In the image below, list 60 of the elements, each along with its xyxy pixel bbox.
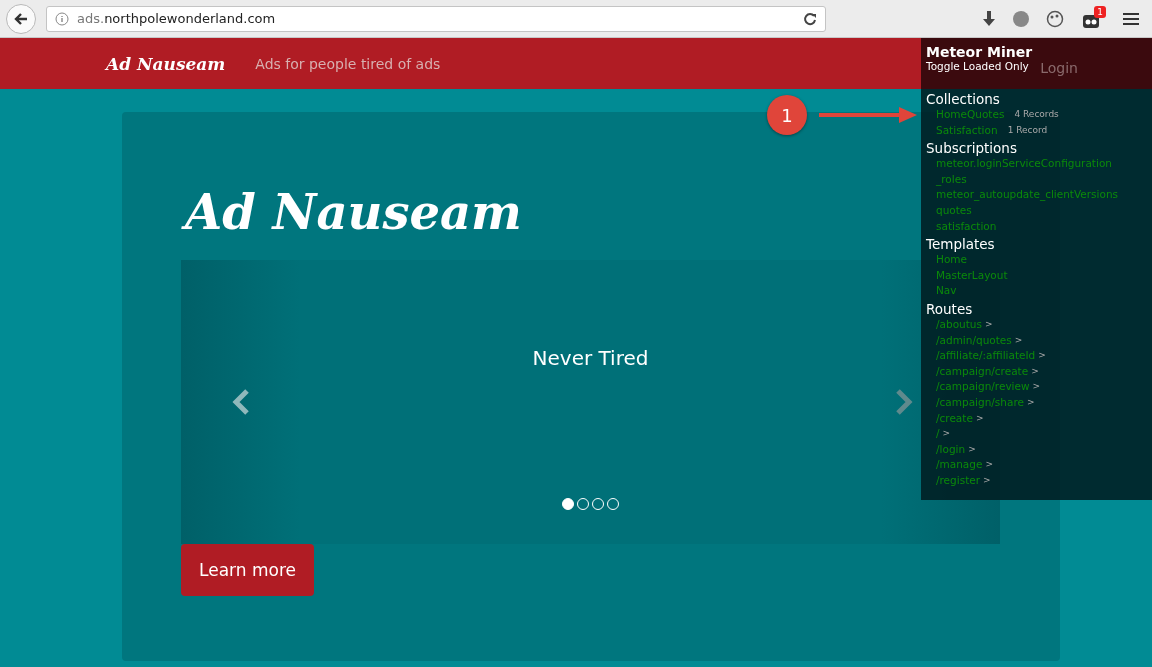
- chevron-left-icon[interactable]: [231, 388, 251, 416]
- template-link[interactable]: Nav: [936, 283, 957, 299]
- hero-title: Ad Nauseam: [181, 172, 536, 252]
- route-link[interactable]: /create: [936, 410, 973, 427]
- info-icon: [55, 11, 69, 26]
- menu-icon[interactable]: [1122, 10, 1140, 27]
- route-arrow: >: [1038, 349, 1046, 363]
- collection-link[interactable]: Satisfaction: [936, 122, 998, 139]
- route-link[interactable]: /campaign/review: [936, 379, 1030, 395]
- template-link[interactable]: MasterLayout: [936, 267, 1008, 284]
- record-count: 1 Record: [1007, 123, 1048, 137]
- arrow-icon: [817, 105, 919, 125]
- subscription-link[interactable]: satisfaction: [936, 218, 997, 235]
- collection-link[interactable]: HomeQuotes: [936, 107, 1005, 123]
- login-link[interactable]: Login: [1040, 59, 1078, 76]
- route-link[interactable]: /aboutus: [936, 316, 982, 333]
- subscription-link[interactable]: meteor.loginServiceConfiguration: [936, 156, 1112, 172]
- section-heading: Routes: [925, 299, 974, 317]
- section-heading: Collections: [925, 90, 1001, 107]
- back-arrow-icon: [13, 10, 29, 27]
- subscription-link[interactable]: _roles: [936, 171, 967, 188]
- route-link[interactable]: /login: [936, 441, 966, 458]
- route-link[interactable]: /campaign/share: [936, 394, 1024, 411]
- notification-badge: 1: [1094, 5, 1106, 18]
- panel-title: Meteor Miner: [926, 44, 1034, 60]
- route-arrow: >: [984, 317, 993, 331]
- download-icon[interactable]: [982, 10, 996, 27]
- record-count: 4 Records: [1014, 108, 1059, 121]
- route-arrow: >: [1014, 333, 1023, 347]
- route-arrow: >: [975, 411, 984, 425]
- route-link[interactable]: /: [936, 426, 940, 442]
- route-arrow: >: [942, 427, 951, 441]
- brand-link[interactable]: Ad Nauseam: [106, 53, 226, 74]
- toggle-loaded-button[interactable]: Toggle Loaded Only: [926, 60, 1029, 72]
- subscription-link[interactable]: meteor_autoupdate_clientVersions: [936, 187, 1119, 203]
- callout-number: 1: [767, 95, 807, 135]
- route-arrow: >: [1031, 364, 1039, 378]
- section-heading: Subscriptions: [925, 139, 1018, 157]
- route-arrow: >: [968, 442, 976, 456]
- address-bar[interactable]: ads.northpolewonderland.com: [46, 5, 826, 32]
- subscription-link[interactable]: quotes: [936, 202, 972, 219]
- reload-icon[interactable]: [803, 11, 817, 26]
- learn-more-button[interactable]: Learn more: [181, 544, 314, 596]
- extension-button[interactable]: 1: [1080, 5, 1106, 32]
- carousel-indicator[interactable]: [562, 498, 574, 510]
- url-text: ads.northpolewonderland.com: [77, 11, 277, 26]
- tagline-link[interactable]: Ads for people tired of ads: [255, 55, 441, 72]
- route-arrow: >: [983, 473, 991, 487]
- route-arrow: >: [1026, 395, 1035, 409]
- route-arrow: >: [1032, 380, 1041, 394]
- section-heading: Templates: [925, 235, 996, 253]
- carousel-caption: Never Tired: [532, 346, 649, 370]
- route-link[interactable]: /admin/quotes: [936, 332, 1012, 349]
- back-button[interactable]: [6, 3, 36, 34]
- route-arrow: >: [985, 458, 993, 472]
- route-link[interactable]: /register: [936, 472, 981, 489]
- template-link[interactable]: Home: [936, 252, 967, 268]
- route-link[interactable]: /campaign/create: [936, 363, 1029, 380]
- route-link[interactable]: /affiliate/:affiliateId: [936, 348, 1036, 364]
- route-link[interactable]: /manage: [936, 457, 983, 473]
